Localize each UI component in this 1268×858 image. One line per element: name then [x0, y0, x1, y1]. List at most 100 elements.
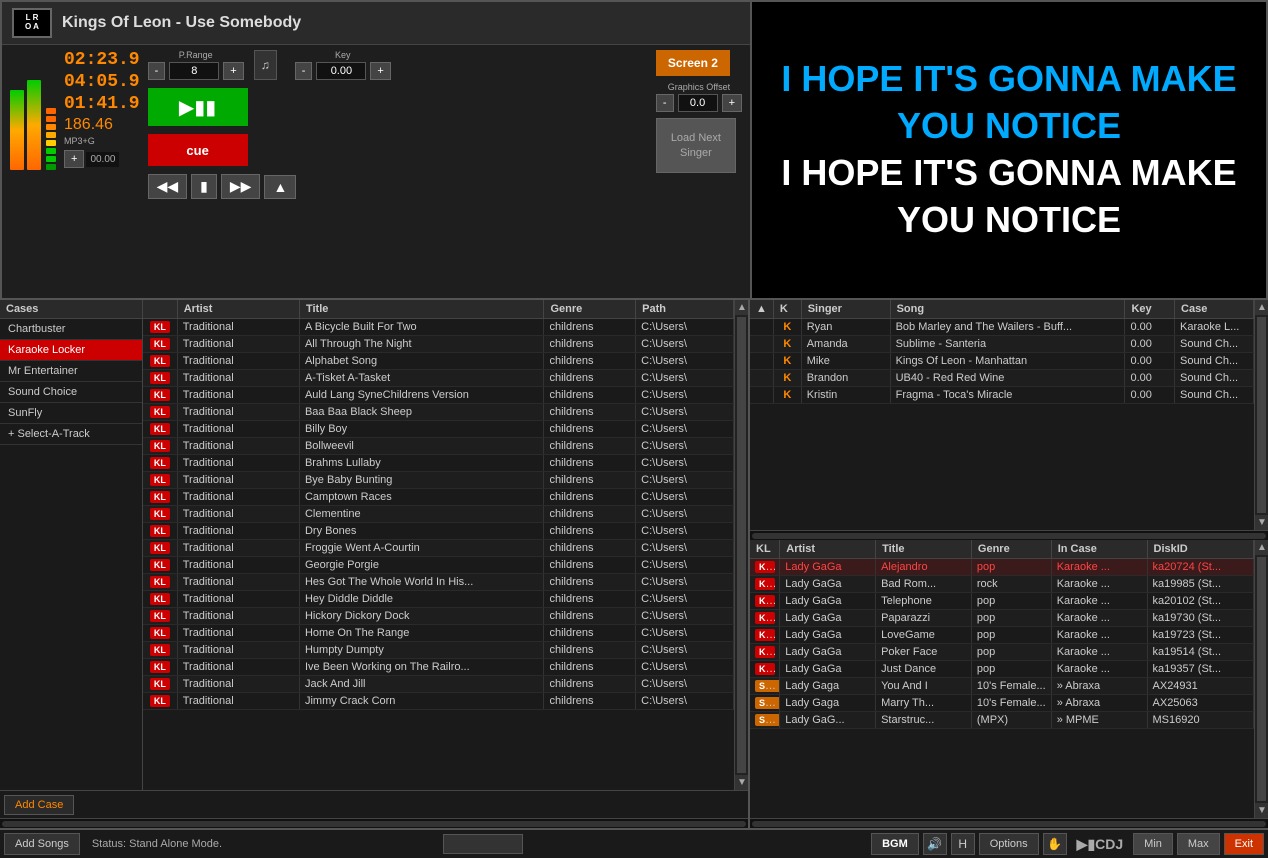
queue-row[interactable]: K Brandon UB40 - Red Red Wine 0.00 Sound…	[750, 370, 1254, 387]
format-label: MP3+G	[64, 136, 140, 146]
sidebar-item-karaoke-locker[interactable]: Karaoke Locker	[0, 340, 142, 361]
sidebar-item-chartbuster[interactable]: Chartbuster	[0, 319, 142, 340]
library-row[interactable]: KL Traditional Bye Baby Bunting children…	[143, 472, 734, 489]
sidebar-item-select-a-track[interactable]: + Select-A-Track	[0, 424, 142, 445]
search-scroll-up[interactable]: ▲	[1255, 540, 1268, 555]
library-row[interactable]: KL Traditional Humpty Dumpty childrens C…	[143, 642, 734, 659]
fast-forward-btn[interactable]: ▶▶	[221, 174, 261, 199]
offset-btn[interactable]: +	[64, 150, 84, 168]
scroll-up-arrow[interactable]: ▲	[735, 300, 748, 315]
library-row[interactable]: KL Traditional Ive Been Working on The R…	[143, 659, 734, 676]
graphics-minus-btn[interactable]: -	[656, 94, 674, 112]
library-row[interactable]: KL Traditional A-Tisket A-Tasket childre…	[143, 370, 734, 387]
col-header-path: Path	[636, 300, 734, 319]
library-row[interactable]: KL Traditional Hey Diddle Diddle childre…	[143, 591, 734, 608]
exit-btn[interactable]: Exit	[1224, 833, 1264, 855]
search-input[interactable]	[443, 834, 523, 854]
queue-h-scrollbar[interactable]	[750, 530, 1268, 540]
library-row[interactable]: KL Traditional Camptown Races childrens …	[143, 489, 734, 506]
note-btn[interactable]: ♫	[254, 50, 277, 80]
library-row[interactable]: KL Traditional Baa Baa Black Sheep child…	[143, 404, 734, 421]
bpm-display: 186.46	[64, 116, 140, 134]
queue-row[interactable]: K Mike Kings Of Leon - Manhattan 0.00 So…	[750, 353, 1254, 370]
sidebar-item-sound-choice[interactable]: Sound Choice	[0, 382, 142, 403]
speaker-icon-btn[interactable]: 🔊	[923, 833, 947, 855]
search-scroll-thumb[interactable]	[1257, 557, 1266, 801]
sidebar-item-sunfly[interactable]: SunFly	[0, 403, 142, 424]
kl-badge: KL	[150, 338, 170, 350]
library-row[interactable]: KL Traditional Auld Lang SyneChildrens V…	[143, 387, 734, 404]
headphone-btn[interactable]: H	[951, 833, 975, 855]
library-row[interactable]: KL Traditional Froggie Went A-Courtin ch…	[143, 540, 734, 557]
queue-row[interactable]: K Ryan Bob Marley and The Wailers - Buff…	[750, 319, 1254, 336]
queue-scrollbar[interactable]: ▲ ▼	[1254, 300, 1268, 530]
library-h-scrollbar[interactable]	[0, 818, 748, 828]
search-row[interactable]: SAT Lady Gaga You And I 10's Female... »…	[750, 678, 1254, 695]
library-row[interactable]: KL Traditional Georgie Porgie childrens …	[143, 557, 734, 574]
add-case-btn[interactable]: Add Case	[4, 795, 74, 815]
col-header-q-key: Key	[1125, 300, 1175, 319]
queue-row[interactable]: K Kristin Fragma - Toca's Miracle 0.00 S…	[750, 387, 1254, 404]
search-row[interactable]: KL Lady GaGa Paparazzi pop Karaoke ... k…	[750, 610, 1254, 627]
scroll-down-arrow[interactable]: ▼	[735, 775, 748, 790]
search-h-scrollbar[interactable]	[750, 818, 1268, 828]
search-row[interactable]: SAT Lady GaG... Starstruc... (MPX) » MPM…	[750, 712, 1254, 729]
scroll-thumb[interactable]	[737, 317, 746, 773]
queue-scroll-thumb[interactable]	[1257, 317, 1266, 513]
maximize-btn[interactable]: Max	[1177, 833, 1220, 855]
search-row[interactable]: KL Lady GaGa LoveGame pop Karaoke ... ka…	[750, 627, 1254, 644]
vu-meters	[10, 50, 56, 170]
library-row[interactable]: KL Traditional Dry Bones childrens C:\Us…	[143, 523, 734, 540]
search-scroll-down[interactable]: ▼	[1255, 803, 1268, 818]
search-row[interactable]: SAT Lady Gaga Marry Th... 10's Female...…	[750, 695, 1254, 712]
add-songs-btn[interactable]: Add Songs	[4, 833, 80, 855]
library-row[interactable]: KL Traditional Jack And Jill childrens C…	[143, 676, 734, 693]
search-row[interactable]: KL Lady GaGa Bad Rom... rock Karaoke ...…	[750, 576, 1254, 593]
library-row[interactable]: KL Traditional Billy Boy childrens C:\Us…	[143, 421, 734, 438]
screen2-btn[interactable]: Screen 2	[656, 50, 730, 76]
prange-plus-btn[interactable]: +	[223, 62, 243, 80]
library-row[interactable]: KL Traditional A Bicycle Built For Two c…	[143, 319, 734, 336]
kl-badge: KL	[150, 355, 170, 367]
queue-scroll-up[interactable]: ▲	[1255, 300, 1268, 315]
bgm-btn[interactable]: BGM	[871, 833, 919, 855]
library-row[interactable]: KL Traditional Hes Got The Whole World I…	[143, 574, 734, 591]
stop-btn[interactable]: ▮	[191, 174, 217, 199]
play-pause-btn[interactable]: ▶▮▮	[148, 88, 248, 126]
search-row[interactable]: KL Lady GaGa Alejandro pop Karaoke ... k…	[750, 559, 1254, 576]
hand-icon-btn[interactable]: ✋	[1043, 833, 1067, 855]
key-plus-btn[interactable]: +	[370, 62, 390, 80]
search-row[interactable]: KL Lady GaGa Telephone pop Karaoke ... k…	[750, 593, 1254, 610]
search-scrollbar[interactable]: ▲ ▼	[1254, 540, 1268, 818]
load-next-singer-btn[interactable]: Load Next Singer	[656, 118, 736, 173]
kl-badge: KL	[150, 627, 170, 639]
library-row[interactable]: KL Traditional Jimmy Crack Corn children…	[143, 693, 734, 710]
search-row[interactable]: KL Lady GaGa Just Dance pop Karaoke ... …	[750, 661, 1254, 678]
time-total: 04:05.9	[64, 72, 140, 92]
pcdj-logo: ▶▮CDJ	[1071, 836, 1129, 853]
rewind-btn[interactable]: ◀◀	[148, 174, 188, 199]
library-row[interactable]: KL Traditional Brahms Lullaby childrens …	[143, 455, 734, 472]
queue-scroll-down[interactable]: ▼	[1255, 515, 1268, 530]
graphics-plus-btn[interactable]: +	[722, 94, 742, 112]
library-row[interactable]: KL Traditional All Through The Night chi…	[143, 336, 734, 353]
col-header-s-genre: Genre	[971, 540, 1051, 559]
key-minus-btn[interactable]: -	[295, 62, 313, 80]
kl-badge: KL	[150, 457, 170, 469]
prange-minus-btn[interactable]: -	[148, 62, 166, 80]
library-scrollbar[interactable]: ▲ ▼	[734, 300, 748, 790]
library-row[interactable]: KL Traditional Hickory Dickory Dock chil…	[143, 608, 734, 625]
queue-row[interactable]: K Amanda Sublime - Santeria 0.00 Sound C…	[750, 336, 1254, 353]
sidebar-item-mr-entertainer[interactable]: Mr Entertainer	[0, 361, 142, 382]
search-row[interactable]: KL Lady GaGa Poker Face pop Karaoke ... …	[750, 644, 1254, 661]
eject-btn[interactable]: ▲	[264, 175, 296, 199]
library-row[interactable]: KL Traditional Clementine childrens C:\U…	[143, 506, 734, 523]
kl-badge: KL	[150, 321, 170, 333]
minimize-btn[interactable]: Min	[1133, 833, 1173, 855]
options-btn[interactable]: Options	[979, 833, 1039, 855]
cue-btn[interactable]: cue	[148, 134, 248, 166]
status-bar: Status: Stand Alone Mode.	[84, 838, 440, 850]
library-row[interactable]: KL Traditional Home On The Range childre…	[143, 625, 734, 642]
library-row[interactable]: KL Traditional Bollweevil childrens C:\U…	[143, 438, 734, 455]
library-row[interactable]: KL Traditional Alphabet Song childrens C…	[143, 353, 734, 370]
